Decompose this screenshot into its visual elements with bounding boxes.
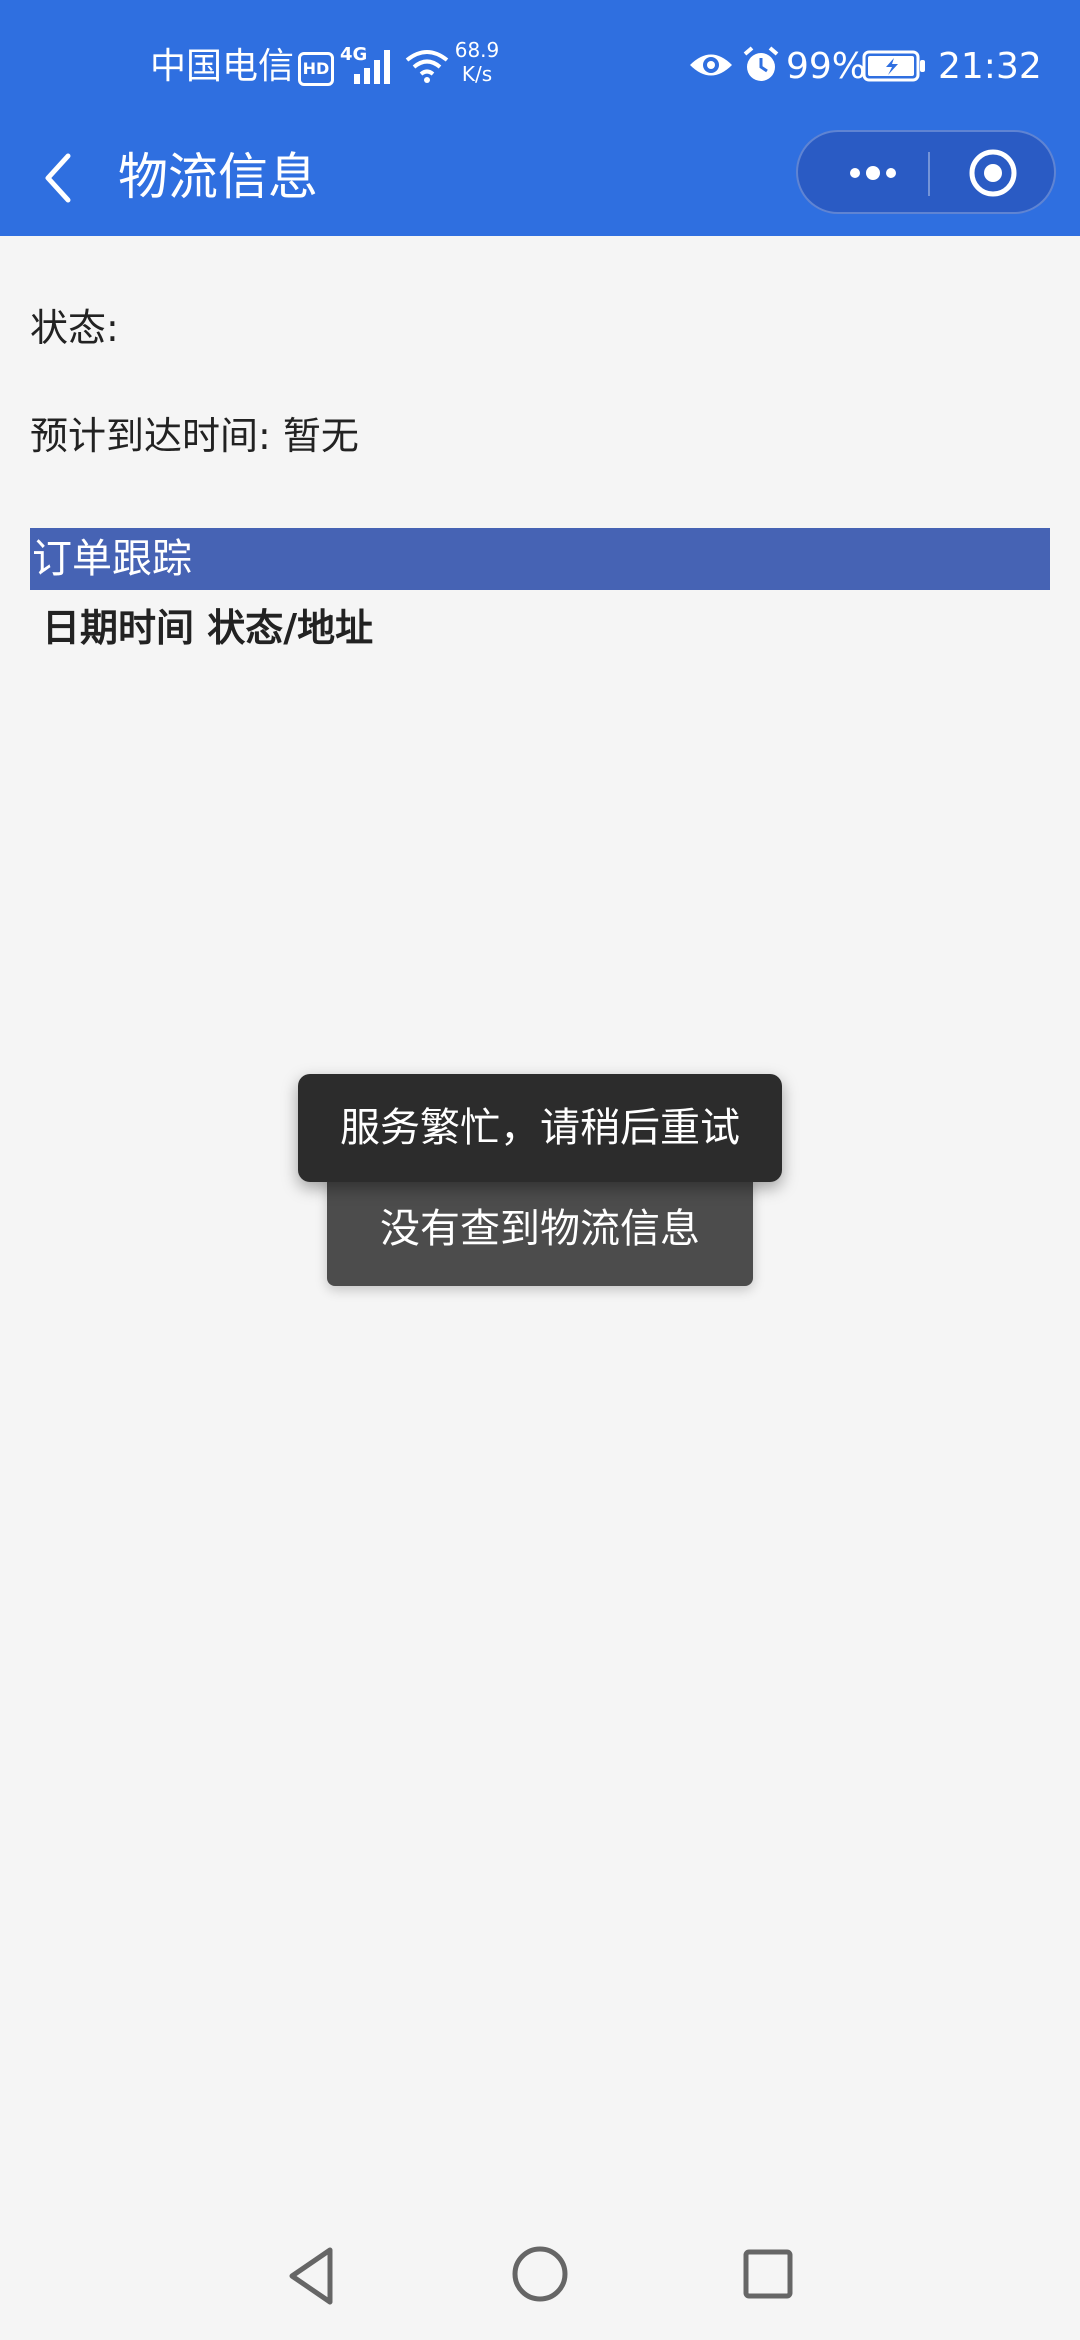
speed-value: 68.9 (454, 38, 500, 62)
more-dots-icon[interactable] (828, 144, 918, 202)
app-header: 中国电信 HD 4G 68.9 K/s 99% 21:32 物流信息 (0, 0, 1080, 236)
status-bar: 中国电信 HD 4G 68.9 K/s 99% 21:32 (0, 0, 1080, 130)
battery-charging-icon (862, 50, 925, 82)
mini-program-capsule (796, 130, 1056, 214)
circle-home-icon[interactable] (508, 2242, 572, 2306)
order-tracking-header: 订单跟踪 (30, 528, 1050, 590)
carrier-name: 中国电信 (150, 46, 295, 87)
tracking-table-header: 日期时间 状态/地址 (42, 606, 374, 650)
toast-no-logistics: 没有查到物流信息 (327, 1172, 753, 1286)
screen: 中国电信 HD 4G 68.9 K/s 99% 21:32 物流信息 状态: 预… (0, 0, 1080, 2340)
eta-label: 预计到达时间: 暂无 (30, 414, 359, 458)
network-speed: 68.9 K/s (452, 38, 502, 86)
page-title: 物流信息 (118, 148, 318, 206)
navigation-bar: 物流信息 (0, 130, 1080, 236)
square-recent-icon[interactable] (738, 2244, 798, 2304)
speed-unit: K/s (461, 62, 493, 86)
wifi-icon (405, 50, 449, 83)
system-navigation-bar (0, 2214, 1080, 2340)
status-label: 状态: (30, 306, 119, 350)
toast-service-busy: 服务繁忙，请稍后重试 (298, 1074, 782, 1182)
alarm-icon (743, 46, 779, 81)
capsule-divider (928, 152, 930, 196)
eye-icon (690, 54, 732, 76)
section-title: 订单跟踪 (32, 536, 192, 582)
clock: 21:32 (938, 46, 1042, 87)
hd-icon: HD (298, 52, 334, 86)
triangle-back-icon[interactable] (282, 2244, 342, 2308)
chevron-left-icon[interactable] (30, 142, 90, 214)
target-close-icon[interactable] (948, 142, 1038, 204)
signal-icon (354, 50, 390, 84)
battery-percent: 99% (786, 46, 867, 87)
